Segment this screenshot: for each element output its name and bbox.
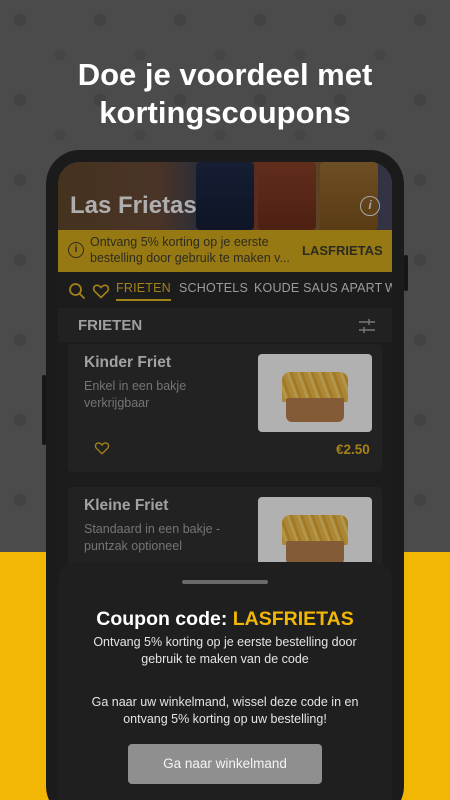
promo-headline: Doe je voordeel met kortingscoupons <box>0 56 450 132</box>
phone-power-button <box>404 255 408 291</box>
coupon-title-prefix: Coupon code: <box>96 608 228 630</box>
go-to-cart-button[interactable]: Ga naar winkelmand <box>128 744 322 784</box>
sheet-drag-handle[interactable] <box>182 580 268 584</box>
headline-line-1: Doe je voordeel met <box>77 57 373 92</box>
phone-volume-button <box>42 375 46 445</box>
headline-line-2: kortingscoupons <box>99 95 351 130</box>
coupon-sheet-title: Coupon code: LASFRIETAS <box>58 608 392 631</box>
coupon-instruction: Ga naar uw winkelmand, wissel deze code … <box>91 695 359 726</box>
coupon-bottom-sheet: Coupon code: LASFRIETAS Ontvang 5% korti… <box>58 562 392 800</box>
coupon-code: LASFRIETAS <box>232 608 354 630</box>
coupon-description: Ontvang 5% korting op je eerste bestelli… <box>93 635 357 666</box>
